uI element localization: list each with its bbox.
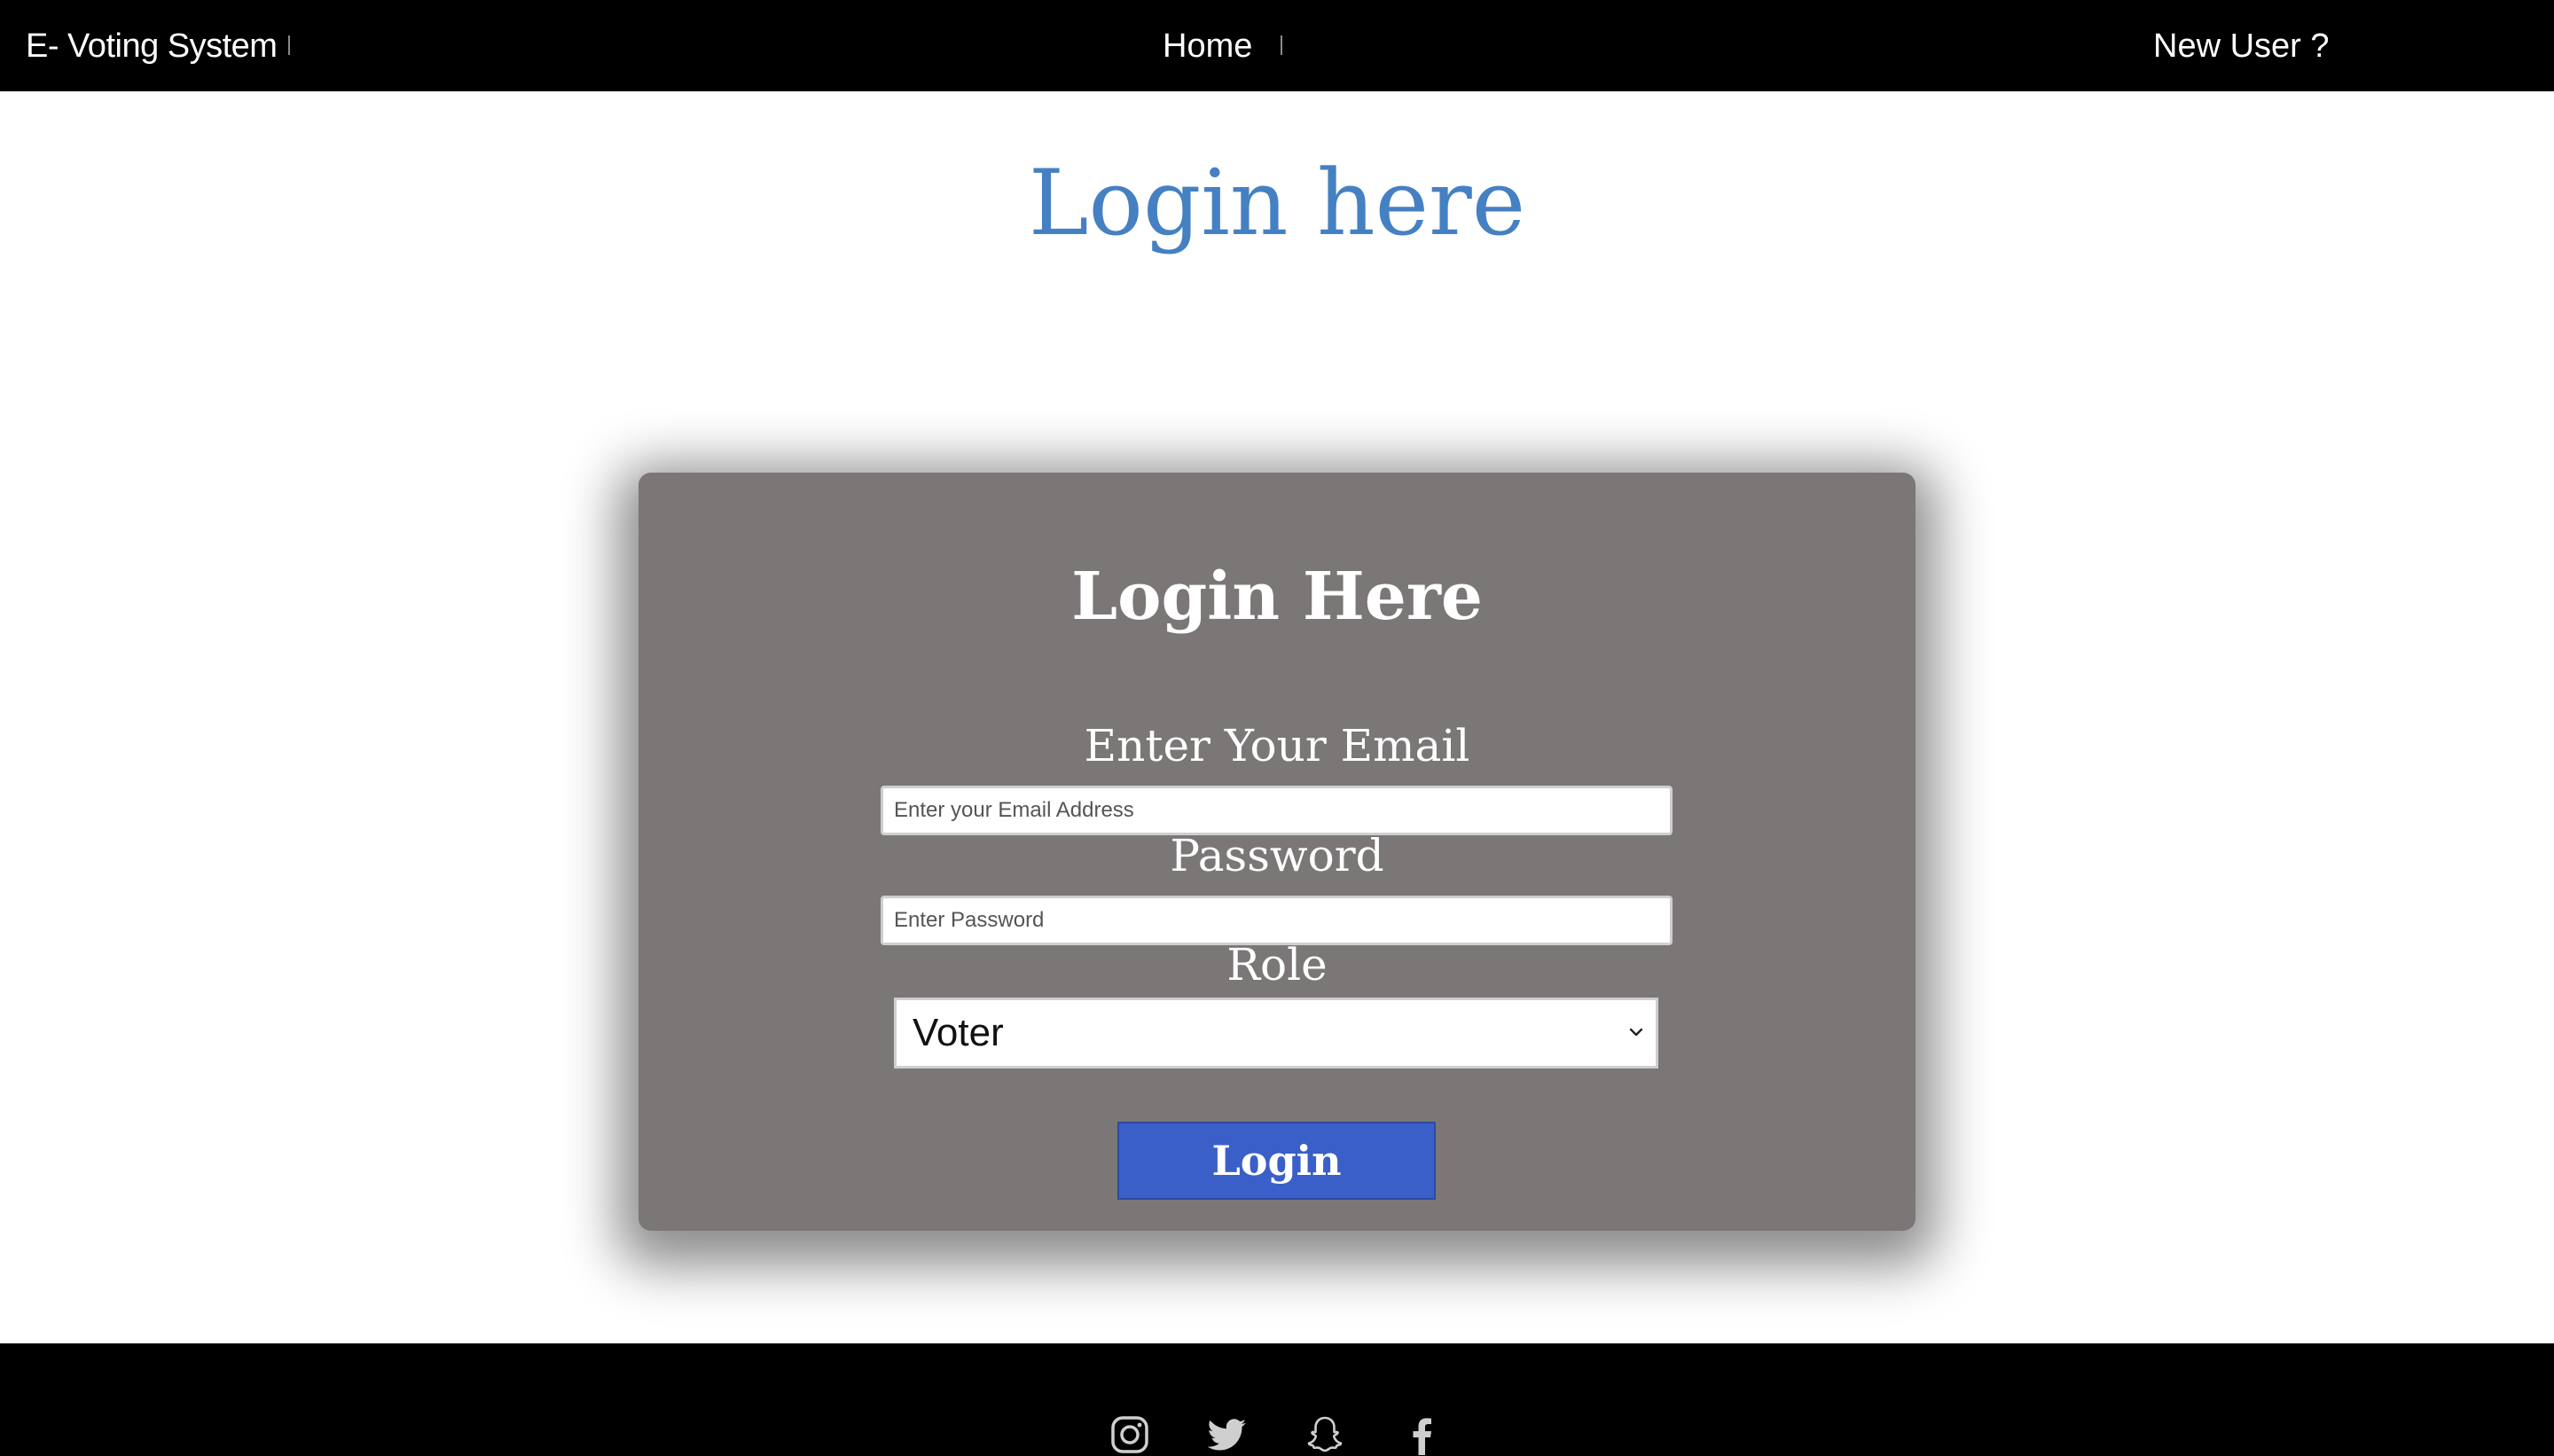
login-card: Login Here Enter Your Email Password Rol… xyxy=(638,473,1916,1231)
snapchat-icon[interactable] xyxy=(1304,1414,1345,1455)
chevron-down-icon xyxy=(1629,1028,1643,1037)
instagram-icon[interactable] xyxy=(1109,1414,1150,1455)
top-navbar: E- Voting System Home New User ? xyxy=(0,0,2554,91)
password-label: Password xyxy=(1170,830,1384,881)
role-label: Role xyxy=(1226,939,1328,990)
login-card-title: Login Here xyxy=(1071,559,1483,635)
nav-new-user-link[interactable]: New User ? xyxy=(2153,21,2330,71)
nav-separator xyxy=(288,35,290,55)
brand-title[interactable]: E- Voting System xyxy=(26,21,278,71)
footer xyxy=(0,1343,2554,1456)
page-title: Login here xyxy=(1028,151,1526,256)
nav-separator xyxy=(1281,35,1282,55)
role-select[interactable]: Voter xyxy=(894,998,1658,1069)
twitter-icon[interactable] xyxy=(1207,1414,1248,1455)
role-selected-value: Voter xyxy=(913,1011,1004,1054)
login-button[interactable]: Login xyxy=(1117,1122,1436,1200)
nav-home-link[interactable]: Home xyxy=(1163,21,1252,71)
facebook-icon[interactable] xyxy=(1402,1414,1443,1455)
email-label: Enter Your Email xyxy=(1084,720,1470,771)
